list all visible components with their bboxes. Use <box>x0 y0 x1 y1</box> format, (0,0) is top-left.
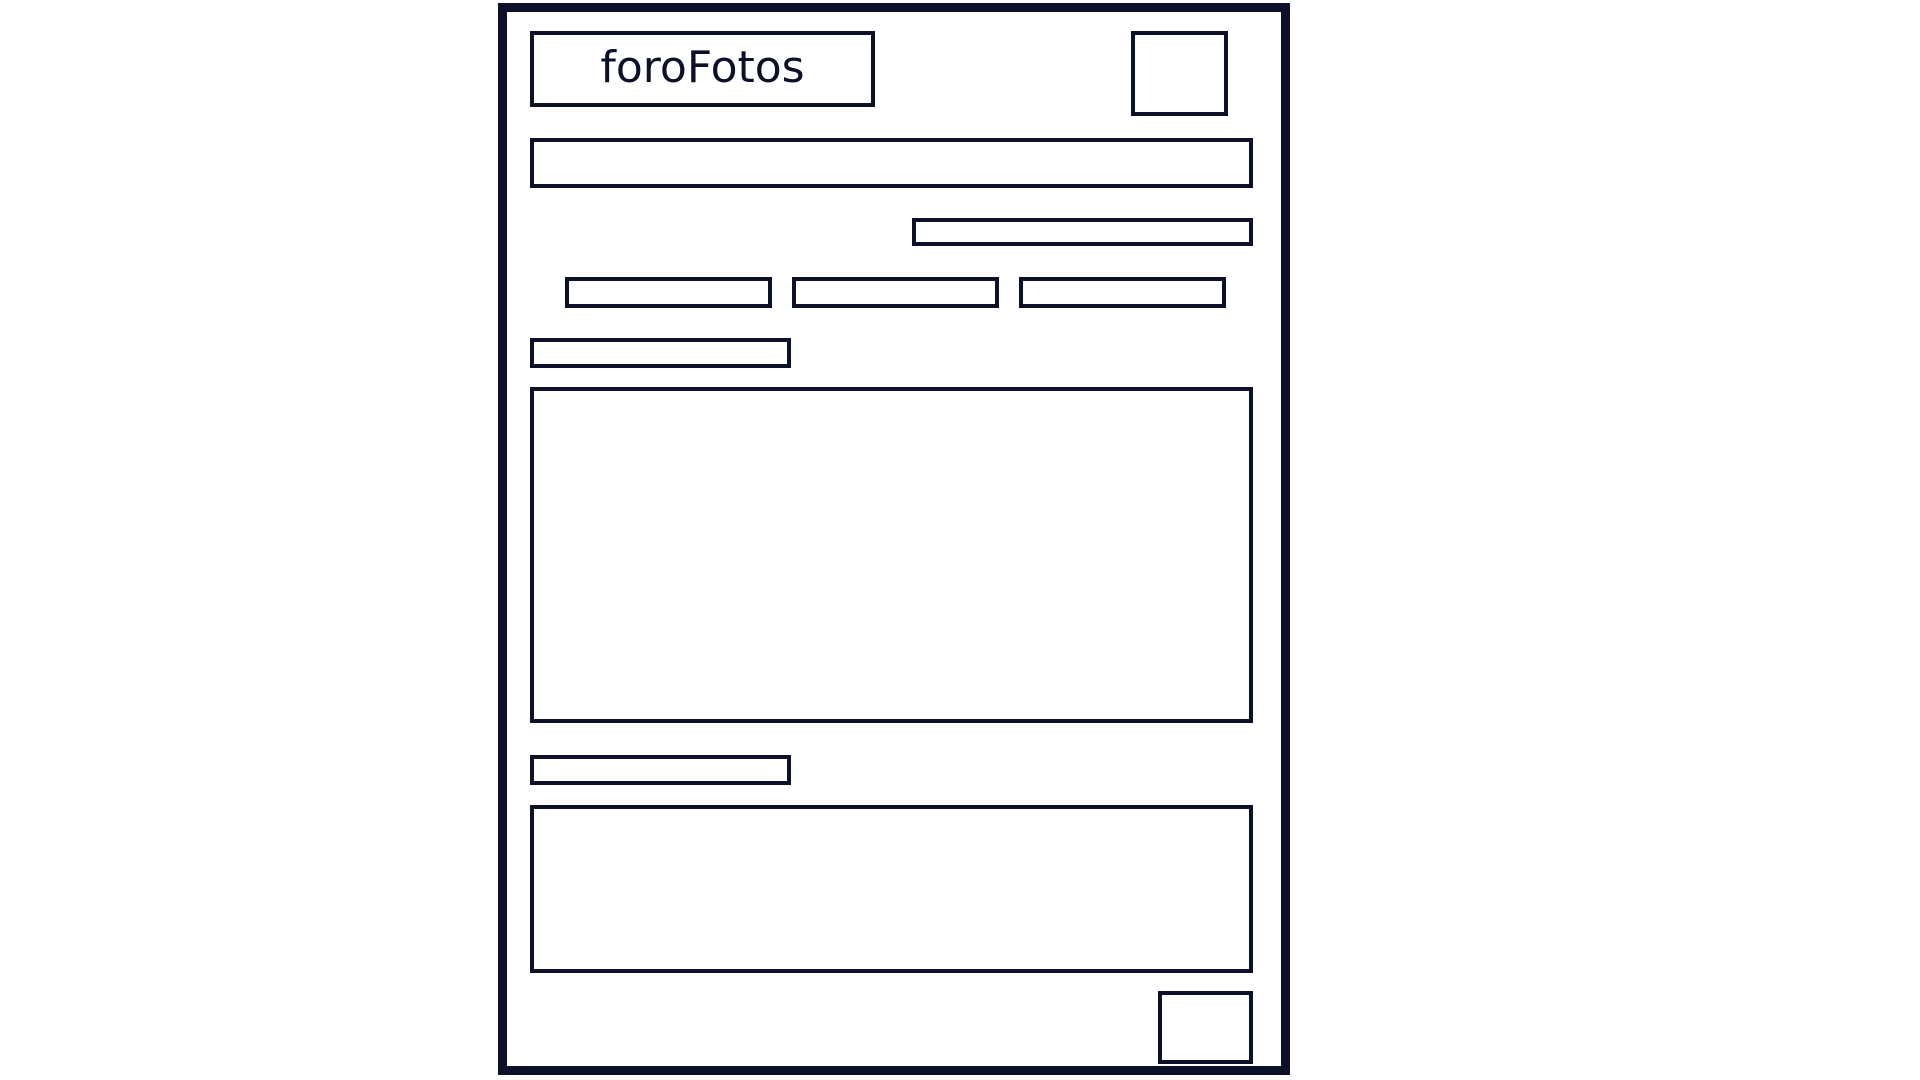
nav-tab-1[interactable] <box>565 277 772 308</box>
site-logo[interactable]: foroFotos <box>530 31 875 107</box>
user-avatar[interactable] <box>1131 31 1228 116</box>
comment-text-area[interactable] <box>530 805 1253 973</box>
search-input[interactable] <box>530 138 1253 188</box>
section-title-1 <box>530 338 791 368</box>
secondary-input[interactable] <box>912 218 1253 246</box>
submit-button[interactable] <box>1158 991 1253 1064</box>
nav-tab-3[interactable] <box>1019 277 1226 308</box>
nav-tab-2[interactable] <box>792 277 999 308</box>
section-title-2 <box>530 755 791 785</box>
photo-content-area[interactable] <box>530 387 1253 723</box>
